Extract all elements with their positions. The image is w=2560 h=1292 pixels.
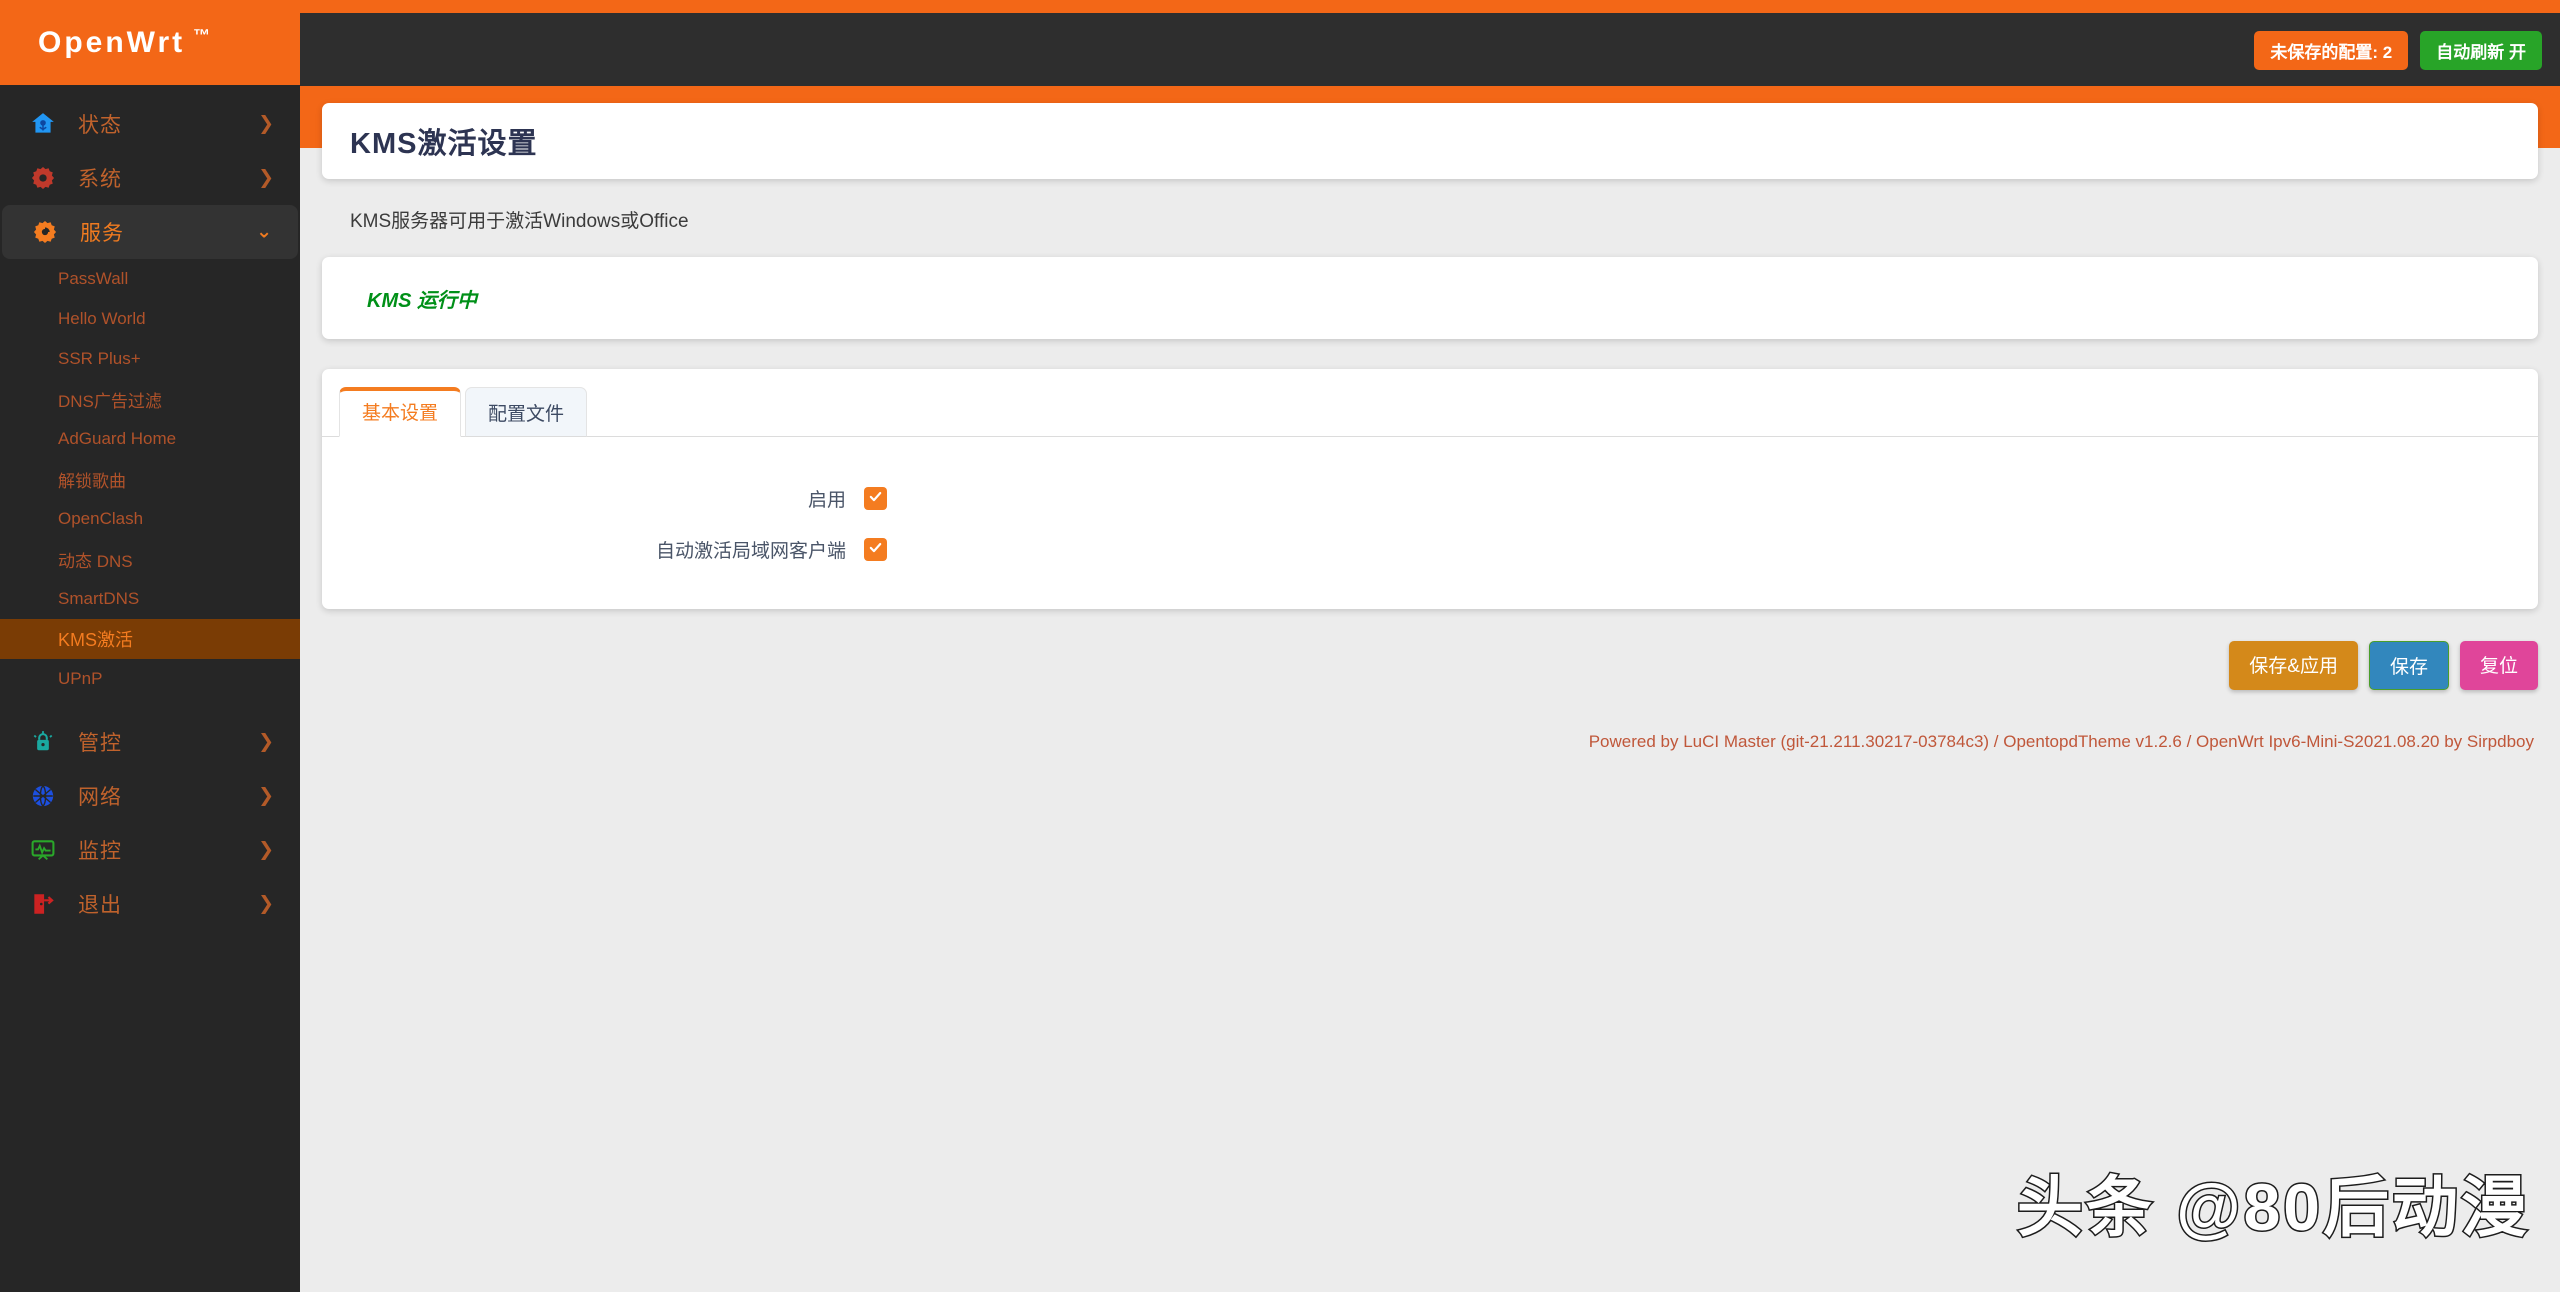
sidebar-bottom-nav: 管控 ❯ 网络 ❯ 监控 ❯ 退出 ❯	[0, 715, 300, 931]
sidebar-subitem-label: KMS激活	[58, 630, 134, 650]
tab-item[interactable]: 配置文件	[465, 387, 588, 437]
topbar-buttons: 未保存的配置: 2 自动刷新 开	[2254, 31, 2542, 70]
sidebar-item-item[interactable]: 系统 ❯	[0, 151, 300, 205]
unsaved-changes-button[interactable]: 未保存的配置: 2	[2254, 31, 2409, 70]
sidebar-subitem-label: SmartDNS	[58, 589, 140, 608]
chevron-right-icon: ❯	[258, 785, 274, 807]
status-card: KMS 运行中	[322, 257, 2538, 339]
sidebar-subitem-dns[interactable]: 动态 DNS	[0, 539, 300, 579]
sidebar: OpenWrt ™ 状态 ❯ 系统 ❯ 服务 ⌄ PassWall Hello World SS…	[0, 0, 300, 1292]
sidebar-subitem-label: 动态 DNS	[58, 551, 133, 571]
footer-text: Powered by LuCI Master (git-21.211.30217…	[1588, 732, 2534, 751]
sidebar-item-label: 服务	[80, 222, 124, 245]
sidebar-subitem-openclash[interactable]: OpenClash	[0, 499, 300, 539]
gear-icon	[28, 163, 58, 193]
tab-bar: 基本设置 配置文件	[322, 386, 2538, 437]
sidebar-item-item[interactable]: 服务 ⌄	[2, 205, 298, 259]
network-icon	[28, 781, 58, 811]
check-icon	[868, 540, 883, 560]
chevron-right-icon: ❯	[258, 113, 274, 135]
form-row-item: 启用	[322, 485, 2538, 512]
auto-refresh-button[interactable]: 自动刷新 开	[2420, 31, 2542, 70]
watermark: 头条 @80后动漫	[2015, 1169, 2530, 1246]
checkbox-item[interactable]	[864, 487, 887, 510]
apply-button[interactable]: 保存&应用	[2229, 641, 2358, 690]
brand-label: OpenWrt	[38, 25, 186, 59]
settings-card: 基本设置 配置文件 启用自动激活局域网客户端	[322, 369, 2538, 609]
sidebar-item-label: 网络	[78, 786, 122, 809]
sidebar-subitem-label: AdGuard Home	[58, 429, 177, 448]
action-button-row: 保存&应用 保存 复位	[322, 641, 2538, 690]
sidebar-subitem-label: OpenClash	[58, 509, 144, 528]
sidebar-subitem-ssr-plus[interactable]: SSR Plus+	[0, 339, 300, 379]
form-label: 自动激活局域网客户端	[655, 541, 846, 562]
page-root: OpenWrt ™ 状态 ❯ 系统 ❯ 服务 ⌄ PassWall Hello World SS…	[0, 0, 2560, 1292]
sidebar-subitem-hello-world[interactable]: Hello World	[0, 299, 300, 339]
sidebar-sub-nav: PassWall Hello World SSR Plus+ DNS广告过滤 AdGua…	[0, 259, 300, 699]
service-gear-icon	[30, 217, 60, 247]
sidebar-item-label: 退出	[78, 894, 122, 917]
logout-icon	[28, 889, 58, 919]
form-label: 启用	[807, 490, 846, 511]
chevron-right-icon: ❯	[258, 167, 274, 189]
trademark-symbol: ™	[193, 25, 211, 45]
tab-item[interactable]: 基本设置	[339, 387, 462, 437]
main-content: KMS激活设置 KMS服务器可用于激活Windows或Office KMS 运行…	[300, 86, 2560, 1292]
monitor-icon	[28, 835, 58, 865]
sidebar-subitem-label: SSR Plus+	[58, 349, 141, 368]
page-title: KMS激活设置	[350, 128, 538, 160]
sidebar-item-item[interactable]: 管控 ❯	[0, 715, 300, 769]
sidebar-item-label: 状态	[78, 114, 122, 137]
check-icon	[868, 489, 883, 509]
sidebar-subitem-smartdns[interactable]: SmartDNS	[0, 579, 300, 619]
sidebar-subitem-item[interactable]: 解锁歌曲	[0, 459, 300, 499]
sidebar-subitem-label: Hello World	[58, 309, 146, 328]
home-icon	[28, 109, 58, 139]
chevron-right-icon: ❯	[258, 893, 274, 915]
save-button[interactable]: 保存	[2368, 641, 2449, 690]
lock-alarm-icon	[28, 727, 58, 757]
sidebar-item-label: 管控	[78, 732, 122, 755]
sidebar-subitem-dns[interactable]: DNS广告过滤	[0, 379, 300, 419]
sidebar-subitem-label: 解锁歌曲	[58, 471, 126, 491]
sidebar-item-item[interactable]: 退出 ❯	[0, 877, 300, 931]
checkbox-item[interactable]	[864, 538, 887, 561]
sidebar-top-nav: 状态 ❯ 系统 ❯ 服务 ⌄	[0, 85, 300, 259]
sidebar-item-item[interactable]: 监控 ❯	[0, 823, 300, 877]
sidebar-subitem-label: PassWall	[58, 269, 129, 288]
chevron-right-icon: ❯	[258, 839, 274, 861]
reset-button[interactable]: 复位	[2459, 641, 2538, 690]
chevron-down-icon: ⌄	[256, 221, 272, 243]
sidebar-subitem-kms[interactable]: KMS激活	[0, 619, 300, 659]
sidebar-subitem-passwall[interactable]: PassWall	[0, 259, 300, 299]
sidebar-item-label: 系统	[78, 168, 122, 191]
form-row-item: 自动激活局域网客户端	[322, 536, 2538, 563]
sidebar-item-item[interactable]: 状态 ❯	[0, 97, 300, 151]
brand-logo[interactable]: OpenWrt ™	[0, 0, 300, 85]
sidebar-subitem-label: DNS广告过滤	[58, 391, 162, 411]
brand-name: OpenWrt ™	[38, 26, 210, 60]
sidebar-item-label: 监控	[78, 840, 122, 863]
sidebar-subitem-label: UPnP	[58, 669, 103, 688]
page-description: KMS服务器可用于激活Windows或Office	[350, 211, 689, 232]
top-bar: 未保存的配置: 2 自动刷新 开	[300, 13, 2560, 86]
sidebar-item-item[interactable]: 网络 ❯	[0, 769, 300, 823]
sidebar-subitem-adguard-home[interactable]: AdGuard Home	[0, 419, 300, 459]
page-title-card: KMS激活设置	[322, 103, 2538, 179]
chevron-right-icon: ❯	[258, 731, 274, 753]
sidebar-subitem-upnp[interactable]: UPnP	[0, 659, 300, 699]
top-orange-strip	[300, 0, 2560, 13]
form-body: 启用自动激活局域网客户端	[322, 437, 2538, 593]
status-badge: KMS 运行中	[367, 289, 477, 312]
